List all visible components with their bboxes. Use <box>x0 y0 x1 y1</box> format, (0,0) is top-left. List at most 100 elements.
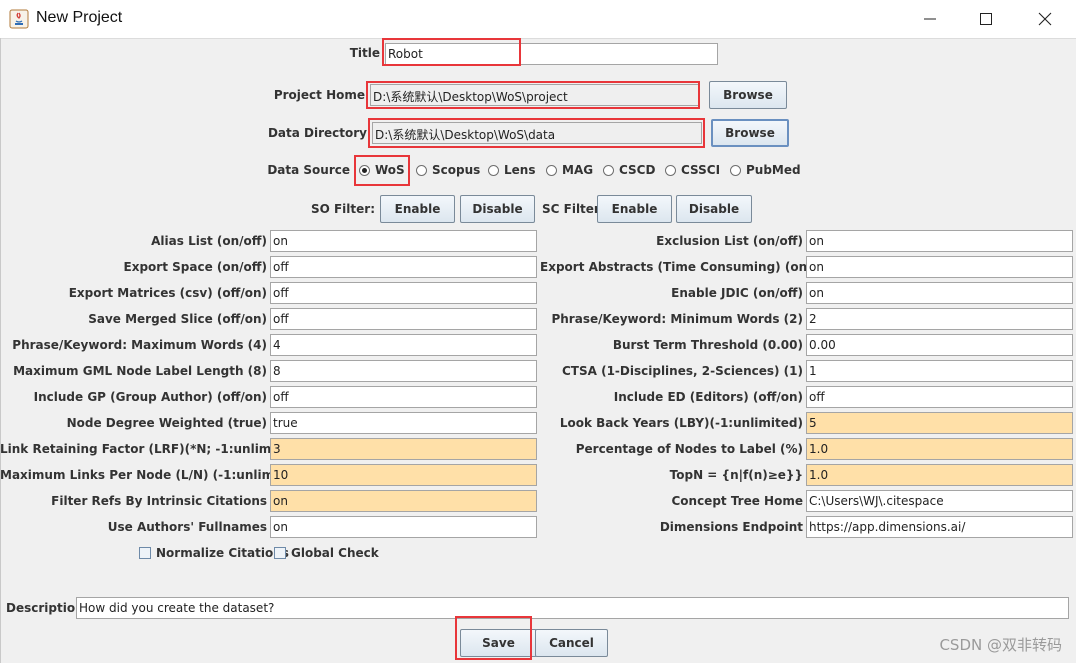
left-param-label-save-merged-slice-off-on: Save Merged Slice (off/on) <box>88 312 267 326</box>
right-param-input-concept-tree-home[interactable]: C:\Users\WJ\.citespace <box>806 490 1073 512</box>
left-param-label-maximum-gml-node-label-length-8: Maximum GML Node Label Length (8) <box>13 364 267 378</box>
left-param-input-phrase-keyword-maximum-words-4[interactable]: 4 <box>270 334 537 356</box>
right-param-input-percentage-of-nodes-to-label[interactable]: 1.0 <box>806 438 1073 460</box>
radio-scopus[interactable]: Scopus <box>416 162 480 178</box>
so-filter-enable-button[interactable]: Enable <box>380 195 455 223</box>
radio-label: Scopus <box>432 163 481 177</box>
right-param-label-export-abstracts-time-consuming-on-off: Export Abstracts (Time Consuming) (on/of… <box>540 260 835 274</box>
radio-unselected-icon <box>665 164 676 176</box>
radio-pubmed[interactable]: PubMed <box>730 162 801 178</box>
right-param-label-exclusion-list-on-off: Exclusion List (on/off) <box>656 234 803 248</box>
left-param-label-alias-list-on-off: Alias List (on/off) <box>151 234 267 248</box>
left-param-input-node-degree-weighted-true[interactable]: true <box>270 412 537 434</box>
right-param-label-include-ed-editors-off-on: Include ED (Editors) (off/on) <box>613 390 803 404</box>
checkbox-unchecked-icon <box>139 547 151 559</box>
sc-filter-enable-button[interactable]: Enable <box>597 195 672 223</box>
right-param-input-burst-term-threshold-0-00[interactable]: 0.00 <box>806 334 1073 356</box>
radio-unselected-icon <box>730 164 741 176</box>
checkbox-label: Global Check <box>291 546 379 560</box>
right-param-label-dimensions-endpoint: Dimensions Endpoint <box>659 520 803 534</box>
left-param-input-include-gp-group-author-off-on[interactable]: off <box>270 386 537 408</box>
left-param-input-link-retaining-factor-lrf-n-1-unlimited[interactable]: 3 <box>270 438 537 460</box>
minimize-button[interactable] <box>901 0 959 38</box>
right-param-label-topn-n-f-n-e: TopN = {n|f(n)≥e}} <box>669 468 803 482</box>
left-param-input-export-matrices-csv-off-on[interactable]: off <box>270 282 537 304</box>
left-param-input-filter-refs-by-intrinsic-citations[interactable]: on <box>270 490 537 512</box>
so-filter-label: SO Filter: <box>310 202 375 216</box>
data-directory-input[interactable]: D:\系统默认\Desktop\WoS\data <box>372 122 702 144</box>
sc-filter-label: SC Filter: <box>542 202 605 216</box>
right-param-label-enable-jdic-on-off: Enable JDIC (on/off) <box>671 286 803 300</box>
close-button[interactable] <box>1016 0 1074 38</box>
left-param-label-include-gp-group-author-off-on: Include GP (Group Author) (off/on) <box>33 390 267 404</box>
title-input[interactable]: Robot <box>385 43 718 65</box>
left-param-label-phrase-keyword-maximum-words-4: Phrase/Keyword: Maximum Words (4) <box>12 338 267 352</box>
right-param-input-ctsa-1-disciplines-2-sciences-1[interactable]: 1 <box>806 360 1073 382</box>
right-param-input-dimensions-endpoint[interactable]: https://app.dimensions.ai/ <box>806 516 1073 538</box>
radio-unselected-icon <box>546 164 557 176</box>
left-param-input-alias-list-on-off[interactable]: on <box>270 230 537 252</box>
radio-selected-icon <box>359 164 370 176</box>
global-check-checkbox[interactable]: Global Check <box>274 545 379 561</box>
radio-cssci[interactable]: CSSCI <box>665 162 720 178</box>
left-param-label-filter-refs-by-intrinsic-citations: Filter Refs By Intrinsic Citations <box>51 494 267 508</box>
right-param-input-include-ed-editors-off-on[interactable]: off <box>806 386 1073 408</box>
project-home-label: Project Home <box>273 88 365 102</box>
radio-unselected-icon <box>603 164 614 176</box>
left-param-input-maximum-gml-node-label-length-8[interactable]: 8 <box>270 360 537 382</box>
title-label: Title <box>349 46 380 60</box>
radio-label: MAG <box>562 163 594 177</box>
data-directory-browse-button[interactable]: Browse <box>711 119 789 147</box>
left-param-label-export-space-on-off: Export Space (on/off) <box>123 260 267 274</box>
project-home-input[interactable]: D:\系统默认\Desktop\WoS\project <box>370 84 700 106</box>
save-button[interactable]: Save <box>460 629 537 657</box>
right-param-input-export-abstracts-time-consuming-on-off[interactable]: on <box>806 256 1073 278</box>
left-param-label-maximum-links-per-node-l-n-1-unlimited: Maximum Links Per Node (L/N) (-1:unlimit… <box>0 468 307 482</box>
description-input[interactable]: How did you create the dataset? <box>76 597 1069 619</box>
right-param-label-phrase-keyword-minimum-words-2: Phrase/Keyword: Minimum Words (2) <box>551 312 803 326</box>
data-directory-label: Data Directory <box>267 126 367 140</box>
right-param-label-concept-tree-home: Concept Tree Home <box>671 494 803 508</box>
left-param-label-export-matrices-csv-off-on: Export Matrices (csv) (off/on) <box>68 286 267 300</box>
radio-cscd[interactable]: CSCD <box>603 162 655 178</box>
left-param-label-link-retaining-factor-lrf-n-1-unlimited: Link Retaining Factor (LRF)(*N; -1:unlim… <box>0 442 304 456</box>
radio-label: Lens <box>504 163 536 177</box>
right-param-input-enable-jdic-on-off[interactable]: on <box>806 282 1073 304</box>
left-param-label-use-authors-fullnames: Use Authors' Fullnames <box>107 520 267 534</box>
radio-unselected-icon <box>488 164 499 176</box>
right-param-label-burst-term-threshold-0-00: Burst Term Threshold (0.00) <box>612 338 803 352</box>
right-param-label-ctsa-1-disciplines-2-sciences-1: CTSA (1-Disciplines, 2-Sciences) (1) <box>562 364 803 378</box>
radio-unselected-icon <box>416 164 427 176</box>
checkbox-unchecked-icon <box>274 547 286 559</box>
right-param-input-look-back-years-lby-1-unlimited[interactable]: 5 <box>806 412 1073 434</box>
radio-label: WoS <box>375 163 405 177</box>
cancel-button[interactable]: Cancel <box>535 629 608 657</box>
java-app-icon <box>9 9 29 29</box>
radio-lens[interactable]: Lens <box>488 162 535 178</box>
left-param-label-node-degree-weighted-true: Node Degree Weighted (true) <box>66 416 267 430</box>
left-param-input-export-space-on-off[interactable]: off <box>270 256 537 278</box>
data-source-label: Data Source <box>267 163 350 177</box>
right-param-input-topn-n-f-n-e[interactable]: 1.0 <box>806 464 1073 486</box>
radio-label: CSCD <box>619 163 656 177</box>
so-filter-disable-button[interactable]: Disable <box>460 195 535 223</box>
radio-wos[interactable]: WoS <box>359 162 405 178</box>
project-home-browse-button[interactable]: Browse <box>709 81 787 109</box>
radio-label: PubMed <box>746 163 801 177</box>
right-param-input-phrase-keyword-minimum-words-2[interactable]: 2 <box>806 308 1073 330</box>
close-icon <box>1038 12 1052 26</box>
left-param-input-use-authors-fullnames[interactable]: on <box>270 516 537 538</box>
sc-filter-disable-button[interactable]: Disable <box>676 195 752 223</box>
maximize-button[interactable] <box>957 0 1015 38</box>
maximize-icon <box>980 13 992 25</box>
left-param-input-save-merged-slice-off-on[interactable]: off <box>270 308 537 330</box>
checkbox-label: Normalize Citations <box>156 546 289 560</box>
right-param-label-percentage-of-nodes-to-label: Percentage of Nodes to Label (%) <box>575 442 803 456</box>
radio-label: CSSCI <box>681 163 721 177</box>
watermark: CSDN @双非转码 <box>939 636 1062 654</box>
normalize-citations-checkbox[interactable]: Normalize Citations <box>139 545 289 561</box>
radio-mag[interactable]: MAG <box>546 162 593 178</box>
right-param-input-exclusion-list-on-off[interactable]: on <box>806 230 1073 252</box>
description-label: Description <box>6 601 84 615</box>
left-param-input-maximum-links-per-node-l-n-1-unlimited[interactable]: 10 <box>270 464 537 486</box>
